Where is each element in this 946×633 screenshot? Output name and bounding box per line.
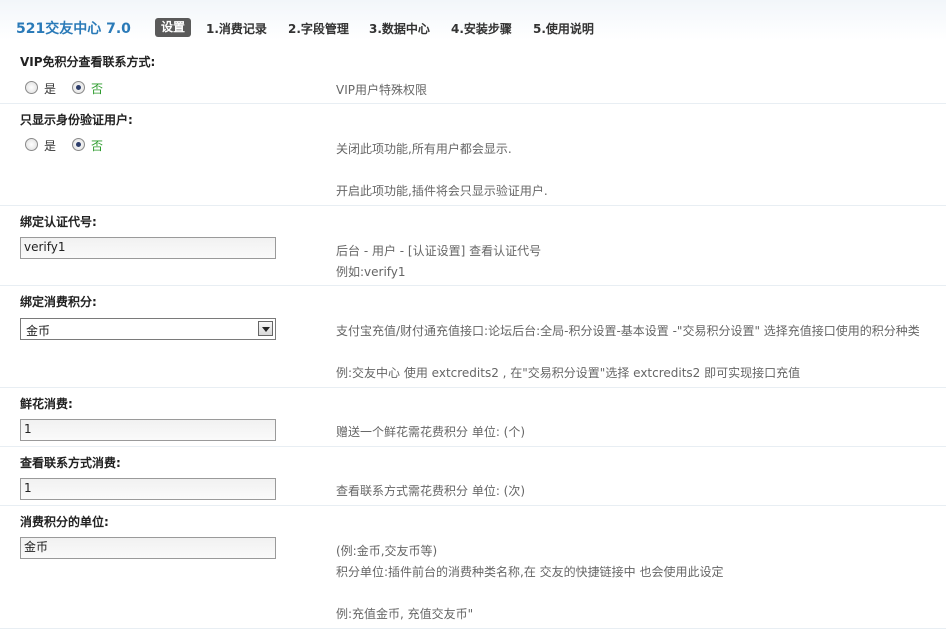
contact-cost-hint: 查看联系方式需花费积分 单位: (次): [336, 484, 526, 498]
credit-unit-hint-2: 积分单位:插件前台的消费种类名称,在 交友的快捷链接中 也会使用此设定: [336, 565, 724, 579]
section-credit-unit: 消费积分的单位: 金币 (例:金币,交友币等) 积分单位:插件前台的消费种类名称…: [0, 506, 946, 629]
section-flower-cost: 鲜花消费: 1 赠送一个鲜花需花费积分 单位: (个): [0, 388, 946, 447]
verified-only-hint-1: 关闭此项功能,所有用户都会显示.: [336, 142, 512, 156]
credit-unit-input[interactable]: 金币: [20, 537, 276, 559]
credit-unit-label: 消费积分的单位:: [20, 515, 109, 529]
credit-unit-hint-3: 例:充值金币, 充值交友币": [336, 607, 474, 621]
tab-install-steps[interactable]: 4.安装步骤: [451, 20, 512, 37]
chevron-down-icon[interactable]: [258, 321, 273, 336]
section-contact-cost: 查看联系方式消费: 1 查看联系方式需花费积分 单位: (次): [0, 447, 946, 506]
credit-type-selected-value: 金币: [26, 324, 51, 338]
tab-data-center[interactable]: 3.数据中心: [369, 20, 430, 37]
credit-type-hint-1: 支付宝充值/财付通充值接口:论坛后台:全局-积分设置-基本设置 -"交易积分设置…: [336, 324, 920, 338]
verify-code-label: 绑定认证代号:: [20, 215, 97, 229]
credit-type-select[interactable]: 金币: [20, 318, 276, 340]
flower-cost-hint: 赠送一个鲜花需花费积分 单位: (个): [336, 425, 526, 439]
verified-only-no-label[interactable]: 否: [91, 137, 103, 154]
contact-cost-label: 查看联系方式消费:: [20, 456, 121, 470]
tab-field-management[interactable]: 2.字段管理: [288, 20, 349, 37]
verify-code-hint-1: 后台 - 用户 - [认证设置] 查看认证代号: [336, 244, 542, 258]
vip-free-hint: VIP用户特殊权限: [336, 83, 427, 97]
vip-free-yes-label[interactable]: 是: [44, 80, 56, 97]
tab-consumption-records[interactable]: 1.消费记录: [206, 20, 267, 37]
section-verified-only: 只显示身份验证用户: 是 否 关闭此项功能,所有用户都会显示. 开启此项功能,插…: [0, 104, 946, 206]
contact-cost-input[interactable]: 1: [20, 478, 276, 500]
verified-only-no-radio[interactable]: [72, 138, 85, 151]
credit-type-label: 绑定消费积分:: [20, 295, 97, 309]
vip-free-radio-group: 是 否: [25, 80, 145, 97]
credit-type-hint-2: 例:交友中心 使用 extcredits2 , 在"交易积分设置"选择 extc…: [336, 366, 801, 380]
section-verify-code: 绑定认证代号: verify1 后台 - 用户 - [认证设置] 查看认证代号 …: [0, 206, 946, 286]
vip-free-label: VIP免积分查看联系方式:: [20, 55, 156, 69]
vip-free-no-label[interactable]: 否: [91, 80, 103, 97]
verified-only-radio-group: 是 否: [25, 137, 145, 154]
flower-cost-label: 鲜花消费:: [20, 397, 73, 411]
verified-only-label: 只显示身份验证用户:: [20, 113, 133, 127]
verified-only-yes-label[interactable]: 是: [44, 137, 56, 154]
tab-settings[interactable]: 设置: [155, 18, 192, 37]
section-vip-free: VIP免积分查看联系方式: 是 否 VIP用户特殊权限: [0, 48, 946, 104]
vip-free-yes-radio[interactable]: [25, 81, 38, 94]
verify-code-input[interactable]: verify1: [20, 237, 276, 259]
app-title: 521交友中心 7.0: [16, 21, 131, 37]
verified-only-hint-2: 开启此项功能,插件将会只显示验证用户.: [336, 184, 548, 198]
tab-usage-guide[interactable]: 5.使用说明: [533, 20, 594, 37]
section-credit-type: 绑定消费积分: 金币 支付宝充值/财付通充值接口:论坛后台:全局-积分设置-基本…: [0, 286, 946, 388]
vip-free-no-radio[interactable]: [72, 81, 85, 94]
verify-code-hint-2: 例如:verify1: [336, 265, 406, 279]
top-bar: 521交友中心 7.0 设置 1.消费记录 2.字段管理 3.数据中心 4.安装…: [0, 0, 946, 40]
verified-only-yes-radio[interactable]: [25, 138, 38, 151]
credit-unit-hint-1: (例:金币,交友币等): [336, 544, 438, 558]
flower-cost-input[interactable]: 1: [20, 419, 276, 441]
